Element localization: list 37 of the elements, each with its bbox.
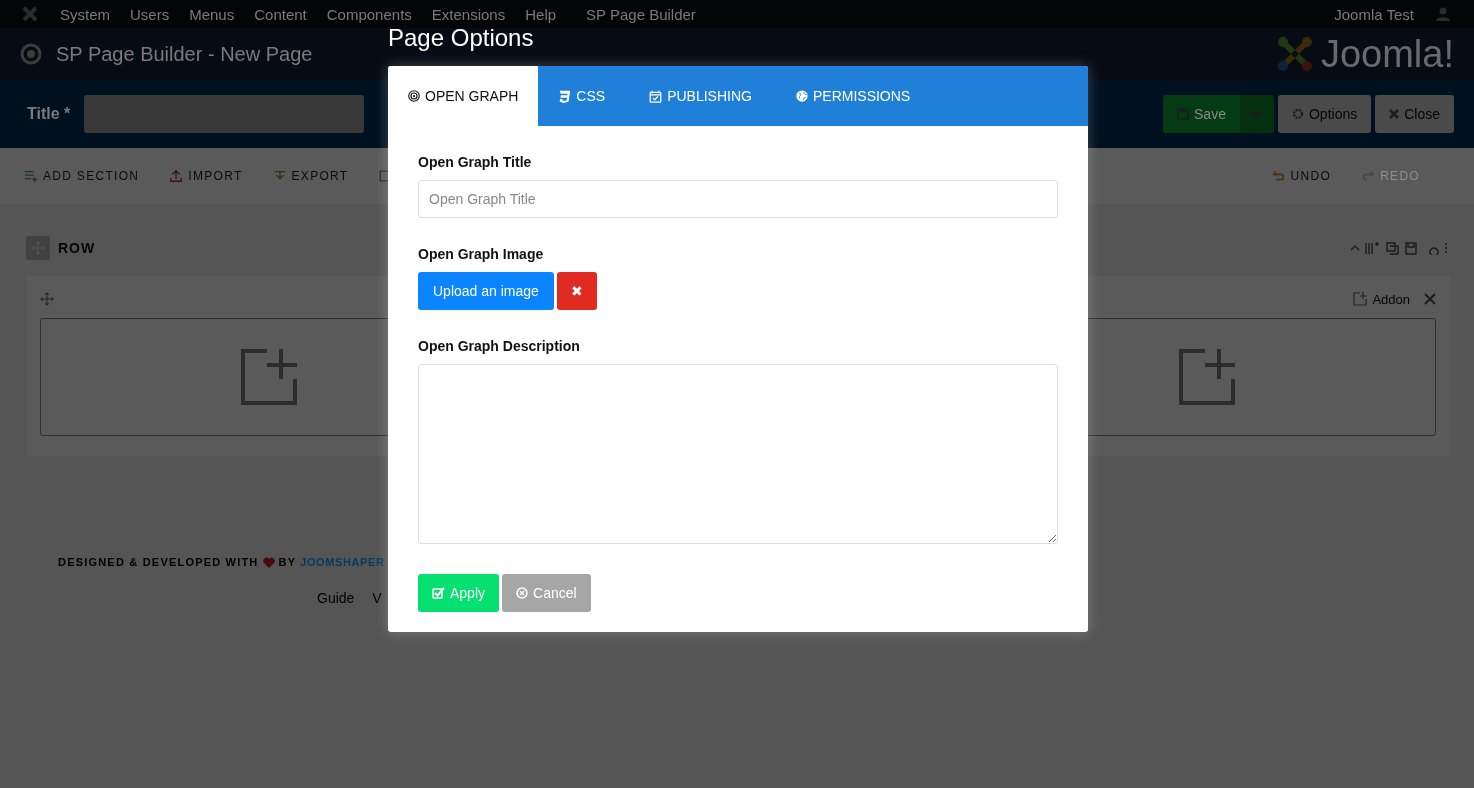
tab[interactable]: OPEN GRAPH (388, 66, 539, 126)
modal-title: Page Options (388, 24, 534, 52)
close-button[interactable]: Close (1375, 95, 1454, 133)
options-button[interactable]: Options (1277, 95, 1372, 133)
title-label: Title * (27, 105, 71, 123)
tab[interactable]: CSS (538, 66, 626, 126)
menu-item[interactable]: System (60, 5, 110, 23)
toolbar-button[interactable]: ADD SECTION (24, 169, 140, 183)
save-button[interactable]: Save (1163, 95, 1240, 133)
row-label: ROW (58, 240, 96, 256)
credit-text: BY (278, 556, 297, 568)
credit-text: DESIGNED & DEVELOPED WITH (58, 556, 259, 568)
menu-item[interactable]: Content (254, 5, 307, 23)
menu-item[interactable]: Users (130, 5, 170, 23)
upload-button[interactable]: Upload an image (418, 272, 554, 310)
field-label: Open Graph Image (418, 246, 545, 262)
menu-item[interactable]: Components (326, 5, 412, 23)
input-field[interactable]: Open Graph Title (418, 180, 1058, 218)
menu-item[interactable]: SP Page Builder (586, 5, 696, 23)
footer-link[interactable]: V (372, 590, 382, 606)
menu-item[interactable]: Extensions (431, 5, 506, 23)
cancel-button[interactable]: Cancel (502, 574, 591, 612)
undo-button[interactable]: UNDO (1271, 169, 1332, 183)
field-label: Open Graph Title (418, 154, 533, 170)
toolbar-button[interactable]: IMPORT (169, 169, 243, 183)
add-addon-link[interactable]: Addon (1353, 291, 1410, 307)
site-link[interactable]: Joomla Test (1334, 5, 1414, 23)
tab[interactable]: PUBLISHING (629, 66, 772, 126)
page-title: SP Page Builder - New Page (56, 42, 313, 66)
footer-link[interactable]: Guide (317, 590, 355, 606)
menu-item[interactable]: Menus (189, 5, 235, 23)
tab[interactable]: PERMISSIONS (775, 66, 931, 126)
joomla-logo: Joomla! (1320, 32, 1454, 76)
field-label: Open Graph Description (418, 338, 581, 354)
toolbar-button[interactable]: EXPORT (272, 169, 349, 183)
menu-item[interactable]: Help (525, 5, 557, 23)
remove-button[interactable]: ✖ (556, 272, 597, 310)
